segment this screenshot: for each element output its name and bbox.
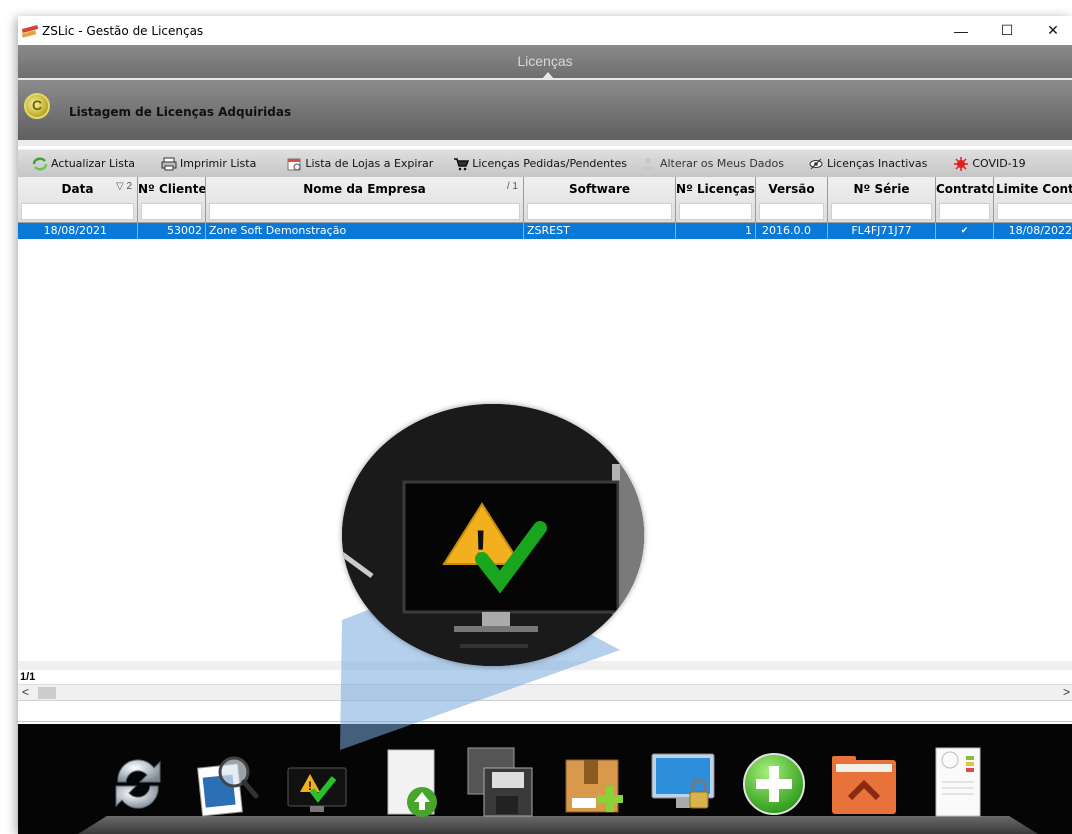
cell-data: 18/08/2021: [18, 223, 138, 239]
calendar-icon: [286, 157, 302, 171]
cell-software: ZSREST: [524, 223, 676, 239]
page-header: Listagem de Licenças Adquiridas: [18, 80, 1072, 140]
scroll-right-button[interactable]: >: [1063, 685, 1070, 699]
inactive-licenses-label: Licenças Inactivas: [826, 157, 928, 170]
column-versao[interactable]: Versão: [756, 177, 828, 223]
dock-shelf: [78, 816, 1038, 834]
package-add-icon[interactable]: [562, 746, 630, 818]
print-list-button[interactable]: Imprimir Lista: [161, 157, 256, 171]
column-software[interactable]: Software: [524, 177, 676, 223]
search-document-icon[interactable]: [194, 746, 262, 818]
scroll-thumb[interactable]: [38, 687, 56, 699]
floppy-disk-icon[interactable]: [466, 746, 534, 818]
close-button[interactable]: ✕: [1030, 16, 1072, 45]
spacer: [18, 140, 1072, 146]
column-serie[interactable]: Nº Série: [828, 177, 936, 223]
window-title: ZSLic - Gestão de Licenças: [42, 23, 204, 38]
user-icon: [641, 157, 657, 171]
cell-serie: FL4FJ71J77: [828, 223, 936, 239]
folder-home-icon[interactable]: [830, 746, 898, 818]
refresh-list-button[interactable]: Actualizar Lista: [32, 157, 135, 171]
licenses-grid: Data ▽ 2 Nº Cliente Nome da Empresa / 1 …: [18, 177, 1072, 239]
filter-serie-input[interactable]: [831, 203, 932, 220]
header-pointer: [542, 72, 554, 79]
inactive-licenses-button[interactable]: Licenças Inactivas: [808, 157, 927, 171]
section-title: Licenças: [517, 53, 573, 69]
cell-licencas: 1: [676, 223, 756, 239]
filter-cliente-input[interactable]: [141, 203, 202, 220]
filter-software-input[interactable]: [527, 203, 672, 220]
filter-empresa-input[interactable]: [209, 203, 520, 220]
expiring-stores-label: Lista de Lojas a Expirar: [305, 157, 434, 170]
monitor-warning-icon[interactable]: !: [284, 746, 352, 818]
table-row[interactable]: 18/08/2021 53002 Zone Soft Demonstração …: [18, 223, 1072, 239]
cell-cliente: 53002: [138, 223, 206, 239]
column-cliente[interactable]: Nº Cliente: [138, 177, 206, 223]
scroll-left-button[interactable]: <: [22, 685, 29, 699]
filter-contrato-input[interactable]: [939, 203, 990, 220]
filter-limite-input[interactable]: [997, 203, 1072, 220]
refresh-list-label: Actualizar Lista: [51, 157, 136, 170]
column-limite[interactable]: Limite Contr...: [994, 177, 1072, 223]
add-circle-icon[interactable]: [740, 746, 808, 818]
edit-my-data-label: Alterar os Meus Dados: [659, 157, 784, 170]
column-empresa[interactable]: Nome da Empresa / 1: [206, 177, 524, 223]
refresh-icon: [32, 157, 48, 171]
virus-icon: [953, 156, 969, 171]
minimize-button[interactable]: —: [938, 16, 984, 45]
edit-my-data-button[interactable]: Alterar os Meus Dados: [641, 157, 784, 171]
cart-icon: [453, 157, 470, 171]
column-licencas[interactable]: Nº Licenças: [676, 177, 756, 223]
maximize-button[interactable]: ☐: [984, 16, 1030, 45]
toolbar: Actualizar Lista Imprimir Lista Lista de…: [18, 149, 1072, 177]
sort-indicator: ▽ 2: [115, 181, 132, 192]
certificate-document-icon[interactable]: [930, 746, 998, 818]
pending-licenses-button[interactable]: Licenças Pedidas/Pendentes: [453, 157, 627, 171]
pending-licenses-label: Licenças Pedidas/Pendentes: [472, 157, 627, 170]
print-list-label: Imprimir Lista: [180, 157, 257, 170]
grid-header: Data ▽ 2 Nº Cliente Nome da Empresa / 1 …: [18, 177, 1072, 223]
copyright-logo-icon: [24, 93, 50, 119]
upload-document-icon[interactable]: [384, 746, 452, 818]
cell-versao: 2016.0.0: [756, 223, 828, 239]
page-title: Listagem de Licenças Adquiridas: [69, 105, 292, 119]
cell-contrato: ✔: [936, 223, 994, 239]
monitor-lock-icon[interactable]: [650, 746, 718, 818]
expiring-stores-button[interactable]: Lista de Lojas a Expirar: [286, 157, 433, 171]
app-logo-icon: [21, 24, 39, 38]
sort-indicator: / 1: [506, 181, 518, 192]
magnified-monitor-warning-icon: !: [342, 404, 644, 666]
filter-versao-input[interactable]: [759, 203, 824, 220]
refresh-dock-icon[interactable]: [104, 746, 172, 818]
title-bar: ZSLic - Gestão de Licenças — ☐ ✕: [18, 16, 1072, 45]
covid-19-label: COVID-19: [972, 157, 1026, 170]
covid-19-button[interactable]: COVID-19: [953, 156, 1026, 171]
eye-icon: [808, 157, 824, 171]
filter-data-input[interactable]: [21, 203, 134, 220]
cell-limite: 18/08/2022: [1008, 224, 1072, 237]
column-data[interactable]: Data ▽ 2: [18, 177, 138, 223]
printer-icon: [161, 157, 177, 171]
filter-licencas-input[interactable]: [679, 203, 752, 220]
section-header: Licenças: [18, 45, 1072, 80]
cell-empresa: Zone Soft Demonstração: [206, 223, 524, 239]
column-contrato[interactable]: Contrato: [936, 177, 994, 223]
